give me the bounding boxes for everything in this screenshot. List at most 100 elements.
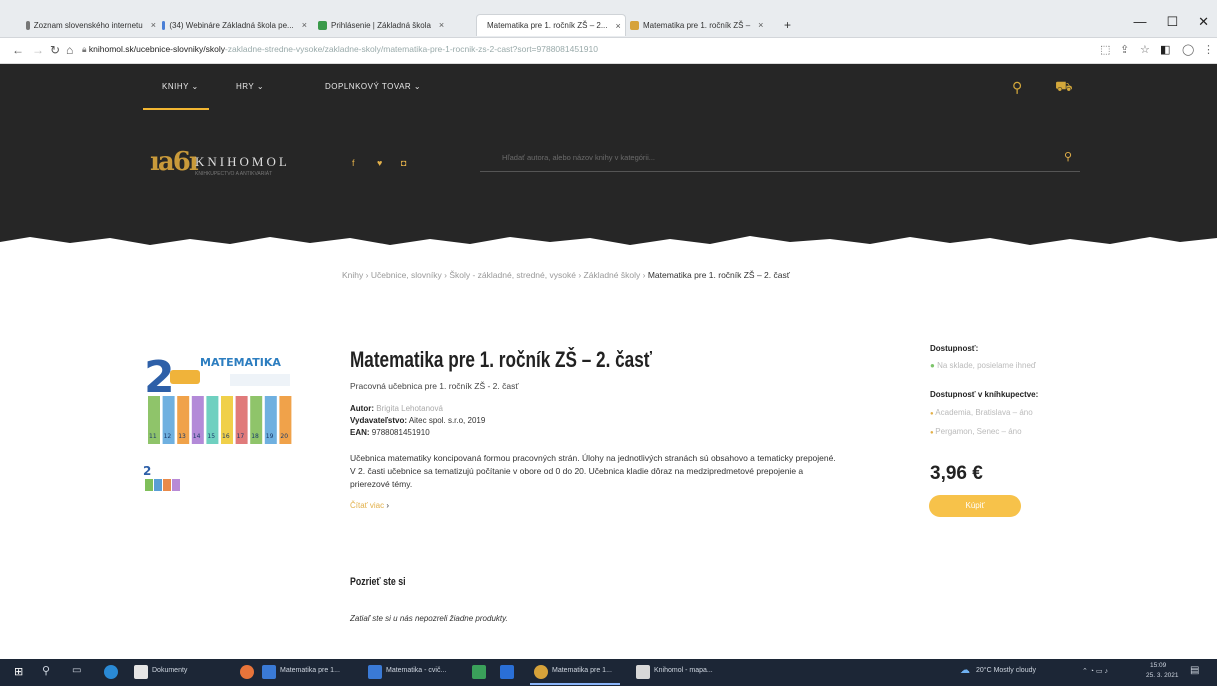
minimize-button[interactable]: — xyxy=(1133,14,1146,30)
cover-key-number: 15 xyxy=(207,433,215,440)
reload-icon[interactable]: ↻ xyxy=(50,43,60,57)
search-taskbar-icon[interactable]: ⚲ xyxy=(42,664,50,677)
logo-subtitle: KNIHKUPECTVO A ANTIKVARIÁT xyxy=(195,171,273,177)
tab-matematika-2[interactable]: Matematika pre 1. ročník ZŠ – × xyxy=(630,14,780,36)
recently-viewed-heading: Pozrieť ste si xyxy=(350,576,406,588)
cart-icon[interactable]: ⛟ xyxy=(1055,78,1073,97)
collections-icon[interactable]: ◧ xyxy=(1160,43,1170,56)
task-view-icon[interactable]: ▭ xyxy=(72,665,81,676)
nav-hry[interactable]: HRY ⌄ xyxy=(236,82,264,91)
svg-text:MATEMATIKA: MATEMATIKA xyxy=(200,356,281,369)
paint-icon[interactable] xyxy=(636,665,650,679)
chrome-icon[interactable] xyxy=(534,665,548,679)
thumbnail-illustration: 2 xyxy=(143,464,180,491)
facebook-icon[interactable]: f xyxy=(352,158,355,168)
cover-key-number: 14 xyxy=(193,433,201,440)
buy-button[interactable]: Kúpiť xyxy=(929,495,1021,517)
search-icon[interactable]: ⚲ xyxy=(1064,150,1072,163)
bookmark-star-icon[interactable]: ☆ xyxy=(1140,43,1150,56)
close-tab-icon[interactable]: × xyxy=(151,20,156,30)
notifications-icon[interactable]: ▤ xyxy=(1190,665,1199,676)
word-icon[interactable] xyxy=(368,665,382,679)
new-tab-button[interactable]: + xyxy=(784,14,800,36)
maximize-button[interactable]: ☐ xyxy=(1166,14,1178,30)
logo-mark[interactable]: ıa6ı xyxy=(150,147,199,177)
product-publisher: Vydavateľstvo: Aitec spol. s.r.o, 2019 xyxy=(350,416,486,425)
share-icon[interactable]: ⇪ xyxy=(1120,43,1129,56)
forward-icon[interactable]: → xyxy=(32,43,44,57)
product-subtitle: Pracovná učebnica pre 1. ročník ZŠ - 2. … xyxy=(350,381,519,391)
availability-value: ● Na sklade, posielame ihneď xyxy=(930,361,1036,370)
tab-favicon-icon xyxy=(630,20,639,30)
cover-key-number: 20 xyxy=(280,433,288,440)
cover-key-number: 17 xyxy=(237,433,245,440)
extension-icon[interactable]: ⬚ xyxy=(1100,43,1110,56)
profile-icon[interactable]: ◯ xyxy=(1182,43,1194,56)
cover-number-keys: 11 12 13 14 15 16 17 18 19 20 xyxy=(148,396,292,444)
menu-dots-icon[interactable]: ⋮ xyxy=(1203,43,1214,56)
edge-icon[interactable] xyxy=(104,665,118,679)
product-thumbnail[interactable]: 2 xyxy=(143,463,187,493)
excel-icon[interactable] xyxy=(472,665,486,679)
nav-knihy[interactable]: KNIHY ⌄ xyxy=(162,82,199,91)
book-cover-illustration: 2 MATEMATIKA 11 12 13 14 15 16 17 18 19 20 xyxy=(144,352,292,444)
heart-icon[interactable]: ♥ xyxy=(377,158,382,168)
store-icon[interactable] xyxy=(500,665,514,679)
store-availability-label: Dostupnosť v kníhkupectve: xyxy=(930,390,1039,399)
cover-key-number: 19 xyxy=(266,433,274,440)
close-tab-icon[interactable]: × xyxy=(302,20,307,30)
recently-viewed-text: Zatiaľ ste si u nás nepozreli žiadne pro… xyxy=(350,614,508,623)
tab-favicon-icon xyxy=(26,20,30,30)
header-torn-edge xyxy=(0,220,1217,245)
address-bar: ← → ↻ ⌂ 🔒︎ knihomol.sk/ucebnice-slovniky… xyxy=(0,38,1217,64)
cover-key-number: 12 xyxy=(164,433,172,440)
weather-icon: ☁ xyxy=(960,665,970,676)
product-title: Matematika pre 1. ročník ZŠ – 2. časť xyxy=(350,347,652,372)
system-tray-icons[interactable]: ⌃ ◔ ▭ ♪ xyxy=(1082,667,1108,675)
taskbar-item[interactable]: Dokumenty xyxy=(152,667,187,674)
search-input[interactable]: Hľadať autora, alebo názov knihy v kateg… xyxy=(502,153,655,162)
explorer-app-icon[interactable] xyxy=(134,665,148,679)
svg-text:2: 2 xyxy=(143,464,151,478)
taskbar-item[interactable]: Knihomol - mapa... xyxy=(654,667,713,674)
product-cover-image[interactable]: 2 MATEMATIKA 11 12 13 14 15 16 17 18 19 20 xyxy=(140,344,300,456)
url-field[interactable]: 🔒︎ knihomol.sk/ucebnice-slovniky/skoly-z… xyxy=(82,44,598,55)
tab-favicon-icon xyxy=(318,20,327,30)
user-icon[interactable]: ⚲ xyxy=(1012,79,1022,96)
back-icon[interactable]: ← xyxy=(12,43,24,57)
cover-key-number: 13 xyxy=(178,433,186,440)
breadcrumb-item[interactable]: Školy - základné, stredné, vysoké xyxy=(449,270,576,280)
close-window-button[interactable]: ✕ xyxy=(1198,14,1209,30)
firefox-icon[interactable] xyxy=(240,665,254,679)
tab-zoznam[interactable]: Zoznam slovenského internetu × xyxy=(26,14,156,36)
close-tab-icon[interactable]: × xyxy=(758,20,763,30)
breadcrumb-item[interactable]: Učebnice, slovníky xyxy=(371,270,442,280)
window-controls: — ☐ ✕ xyxy=(1133,14,1209,30)
taskbar-item-active[interactable]: Matematika pre 1... xyxy=(552,667,612,674)
search-box[interactable]: Hľadať autora, alebo názov knihy v kateg… xyxy=(480,146,1080,172)
nav-doplnkovy-tovar[interactable]: DOPLNKOVÝ TOVAR ⌄ xyxy=(325,82,421,91)
site-header: KNIHY ⌄ HRY ⌄ DOPLNKOVÝ TOVAR ⌄ ⚲ ⛟ ıa6ı… xyxy=(0,64,1217,234)
weather-text[interactable]: 20°C Mostly cloudy xyxy=(976,667,1036,674)
instagram-icon[interactable]: ◘ xyxy=(401,158,406,168)
tab-prihlasenie[interactable]: Prihlásenie | Základná škola × xyxy=(318,14,466,36)
word-icon[interactable] xyxy=(262,665,276,679)
breadcrumb-item[interactable]: Knihy xyxy=(342,270,363,280)
read-more-link[interactable]: Čítať viac › xyxy=(350,501,389,510)
logo-text[interactable]: KNIHOMOL xyxy=(195,154,290,170)
close-tab-icon[interactable]: × xyxy=(616,21,621,31)
cover-key-number: 11 xyxy=(149,433,157,440)
breadcrumb-item[interactable]: Základné školy xyxy=(584,270,641,280)
clock-time[interactable]: 15:09 xyxy=(1150,662,1166,669)
home-icon[interactable]: ⌂ xyxy=(66,43,73,57)
tab-webinare[interactable]: (34) Webináre Základná škola pe... × xyxy=(162,14,307,36)
taskbar-item[interactable]: Matematika - cvič... xyxy=(386,667,446,674)
clock-date[interactable]: 25. 3. 2021 xyxy=(1146,672,1179,679)
breadcrumb: Knihy › Učebnice, slovníky › Školy - zák… xyxy=(342,270,790,280)
taskbar-item[interactable]: Matematika pre 1... xyxy=(280,667,340,674)
windows-taskbar: ⊞ ⚲ ▭ Dokumenty Matematika pre 1... Mate… xyxy=(0,659,1217,686)
windows-start-icon[interactable]: ⊞ xyxy=(14,665,23,678)
close-tab-icon[interactable]: × xyxy=(439,20,444,30)
author-link[interactable]: Brigita Lehotanová xyxy=(376,404,443,413)
tab-matematika-active[interactable]: Matematika pre 1. ročník ZŠ – 2... × xyxy=(476,14,626,36)
